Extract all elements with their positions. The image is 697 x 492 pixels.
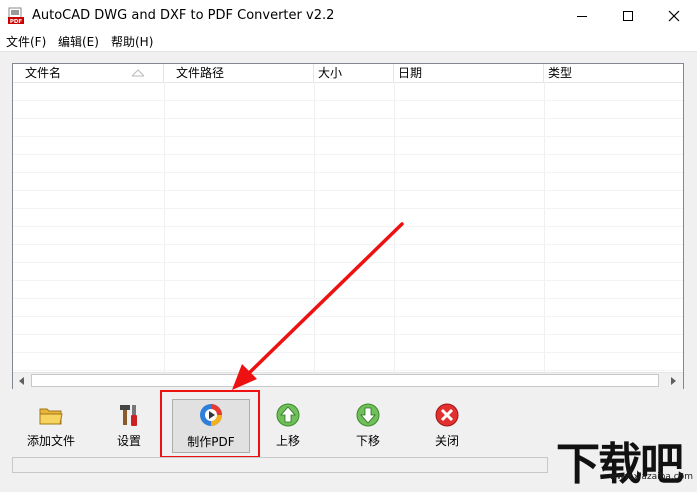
column-header-path[interactable]: 文件路径 — [164, 64, 314, 82]
close-label: 关闭 — [434, 434, 459, 448]
add-file-button[interactable]: 添加文件 — [14, 398, 88, 456]
add-file-label: 添加文件 — [26, 434, 75, 448]
progress-bar — [12, 457, 548, 473]
grid-column-line — [314, 82, 315, 372]
close-x-icon — [435, 403, 459, 427]
scroll-left-icon — [19, 377, 24, 385]
grid-row-line — [13, 136, 683, 137]
grid-row-line — [13, 118, 683, 119]
move-up-button[interactable]: 上移 — [251, 398, 325, 456]
folder-icon — [39, 408, 63, 425]
watermark-url: www.xiazaiba.com — [609, 472, 693, 482]
grid-row-line — [13, 190, 683, 191]
column-header-size[interactable]: 大小 — [314, 64, 394, 82]
menu-help[interactable]: 帮助(H) — [111, 33, 153, 50]
file-list[interactable]: 文件名 文件路径 大小 日期 类型 — [12, 63, 684, 389]
column-label: 大小 — [318, 66, 343, 80]
grid-column-line — [544, 82, 545, 372]
column-header-date[interactable]: 日期 — [394, 64, 544, 82]
grid-column-line — [164, 82, 165, 372]
grid-row-line — [13, 370, 683, 371]
highlight-box — [160, 390, 260, 458]
title-bar: PDF AutoCAD DWG and DXF to PDF Converter… — [0, 0, 697, 31]
scroll-left-button[interactable] — [14, 373, 30, 389]
tools-icon — [120, 405, 137, 426]
close-window-button[interactable] — [651, 0, 697, 31]
close-button[interactable]: 关闭 — [410, 398, 484, 456]
app-pdf-icon: PDF — [8, 7, 24, 25]
grid-row-line — [13, 334, 683, 335]
watermark-main-text: 下载吧 — [556, 439, 684, 490]
grid-column-line — [394, 82, 395, 372]
menu-edit[interactable]: 编辑(E) — [58, 33, 99, 50]
move-down-button[interactable]: 下移 — [331, 398, 405, 456]
grid-row-line — [13, 352, 683, 353]
window-title: AutoCAD DWG and DXF to PDF Converter v2.… — [32, 8, 335, 23]
scroll-right-button[interactable] — [665, 373, 681, 389]
column-header-filename[interactable]: 文件名 — [13, 64, 164, 82]
minimize-icon — [577, 15, 587, 17]
move-down-label: 下移 — [355, 434, 380, 448]
scroll-track[interactable] — [31, 374, 659, 387]
column-header-type[interactable]: 类型 — [544, 64, 683, 82]
sort-indicator-icon — [131, 69, 145, 77]
close-icon — [668, 10, 680, 21]
column-label: 文件名 — [25, 66, 62, 80]
scroll-right-icon — [671, 377, 676, 385]
arrow-up-icon — [276, 403, 300, 427]
watermark-logo: 下载吧 www.xiazaiba.com — [556, 430, 697, 490]
maximize-icon — [623, 10, 633, 21]
minimize-button[interactable] — [559, 0, 605, 31]
grid-row-line — [13, 100, 683, 101]
grid-row-line — [13, 298, 683, 299]
grid-row-line — [13, 262, 683, 263]
maximize-button[interactable] — [605, 0, 651, 31]
menu-bar: 文件(F) 编辑(E) 帮助(H) — [0, 31, 697, 52]
column-label: 文件路径 — [176, 66, 225, 80]
move-up-label: 上移 — [275, 434, 300, 448]
column-label: 日期 — [398, 66, 423, 80]
grid-row-line — [13, 316, 683, 317]
settings-button[interactable]: 设置 — [92, 398, 166, 456]
grid-row-line — [13, 280, 683, 281]
settings-label: 设置 — [116, 434, 141, 448]
svg-text:PDF: PDF — [10, 19, 23, 25]
grid-row-line — [13, 226, 683, 227]
list-header: 文件名 文件路径 大小 日期 类型 — [13, 64, 683, 83]
grid-row-line — [13, 244, 683, 245]
arrow-down-icon — [356, 403, 380, 427]
horizontal-scrollbar[interactable] — [13, 372, 683, 389]
column-label: 类型 — [548, 66, 573, 80]
grid-row-line — [13, 154, 683, 155]
grid-row-line — [13, 172, 683, 173]
grid-row-line — [13, 208, 683, 209]
menu-file[interactable]: 文件(F) — [6, 33, 46, 50]
